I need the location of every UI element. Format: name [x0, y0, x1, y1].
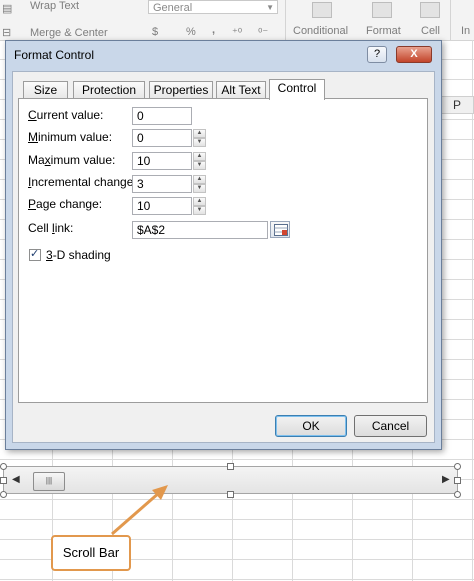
callout-arrow-icon [111, 485, 168, 536]
scroll-bar-callout: Scroll Bar [51, 535, 131, 571]
tab-control[interactable]: Control [269, 79, 325, 100]
